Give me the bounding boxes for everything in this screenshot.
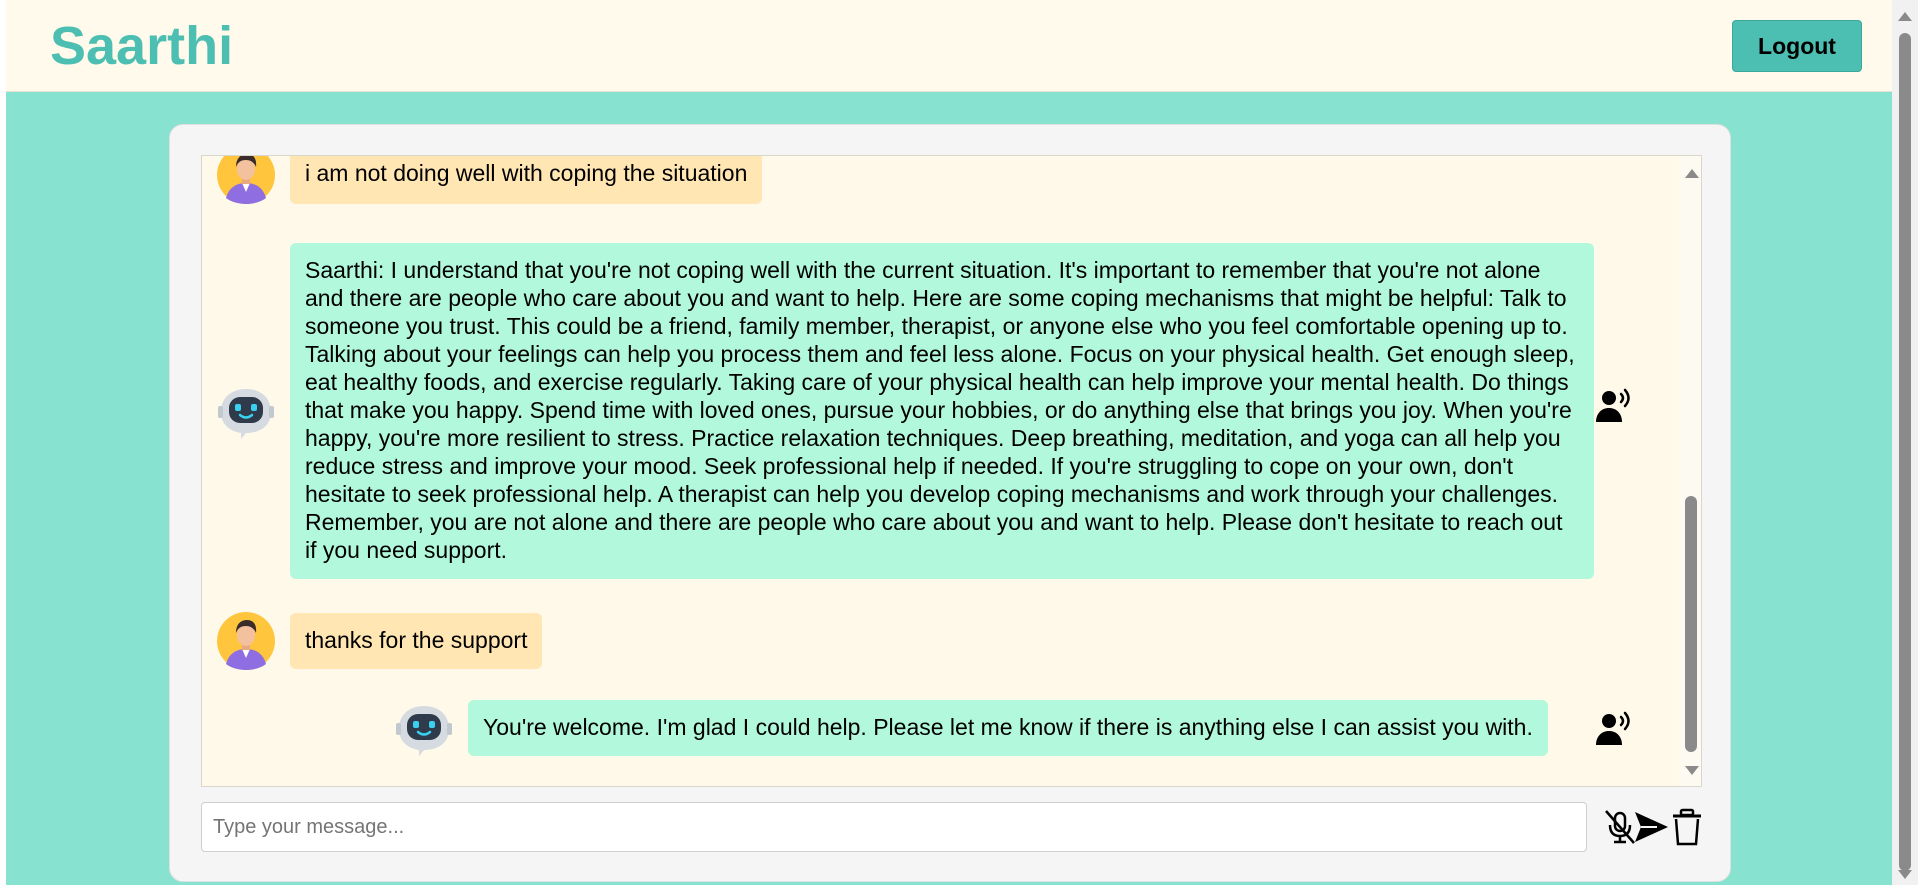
user-message-text: i am not doing well with coping the situ… — [290, 156, 763, 204]
header: Saarthi Logout — [6, 0, 1892, 92]
user-avatar-icon — [217, 612, 275, 670]
page-scrollbar-thumb[interactable] — [1899, 33, 1911, 871]
robot-avatar-icon — [395, 699, 453, 757]
page-scroll-down-icon[interactable] — [1898, 870, 1912, 879]
user-message: thanks for the support — [217, 612, 543, 670]
chat-scrollbar[interactable] — [1679, 156, 1701, 786]
user-avatar-icon — [217, 155, 275, 204]
scroll-up-icon[interactable] — [1685, 169, 1699, 178]
user-message-text: thanks for the support — [290, 613, 543, 669]
bot-message: You're welcome. I'm glad I could help. P… — [395, 699, 1548, 757]
bot-message-text: You're welcome. I'm glad I could help. P… — [468, 700, 1548, 756]
scrollbar-thumb[interactable] — [1685, 496, 1697, 752]
logout-button[interactable]: Logout — [1732, 20, 1862, 72]
scroll-down-icon[interactable] — [1685, 766, 1699, 775]
app-root: Saarthi Logout i am not doing well with … — [6, 0, 1892, 885]
chat-card: i am not doing well with coping the situ… — [169, 124, 1731, 882]
user-message: i am not doing well with coping the situ… — [217, 155, 763, 204]
brand-title: Saarthi — [50, 16, 234, 76]
chat-history[interactable]: i am not doing well with coping the situ… — [201, 155, 1702, 787]
trash-icon[interactable] — [1669, 807, 1705, 847]
robot-avatar-icon — [217, 382, 275, 440]
message-input[interactable] — [201, 802, 1587, 852]
bot-message-text: Saarthi: I understand that you're not co… — [290, 243, 1594, 579]
send-icon[interactable] — [1633, 807, 1669, 847]
page-scrollbar[interactable] — [1892, 0, 1918, 885]
bot-message: Saarthi: I understand that you're not co… — [217, 243, 1594, 579]
text-to-speech-icon[interactable] — [1594, 386, 1634, 426]
text-to-speech-icon[interactable] — [1594, 709, 1634, 749]
page-scroll-up-icon[interactable] — [1898, 12, 1912, 21]
